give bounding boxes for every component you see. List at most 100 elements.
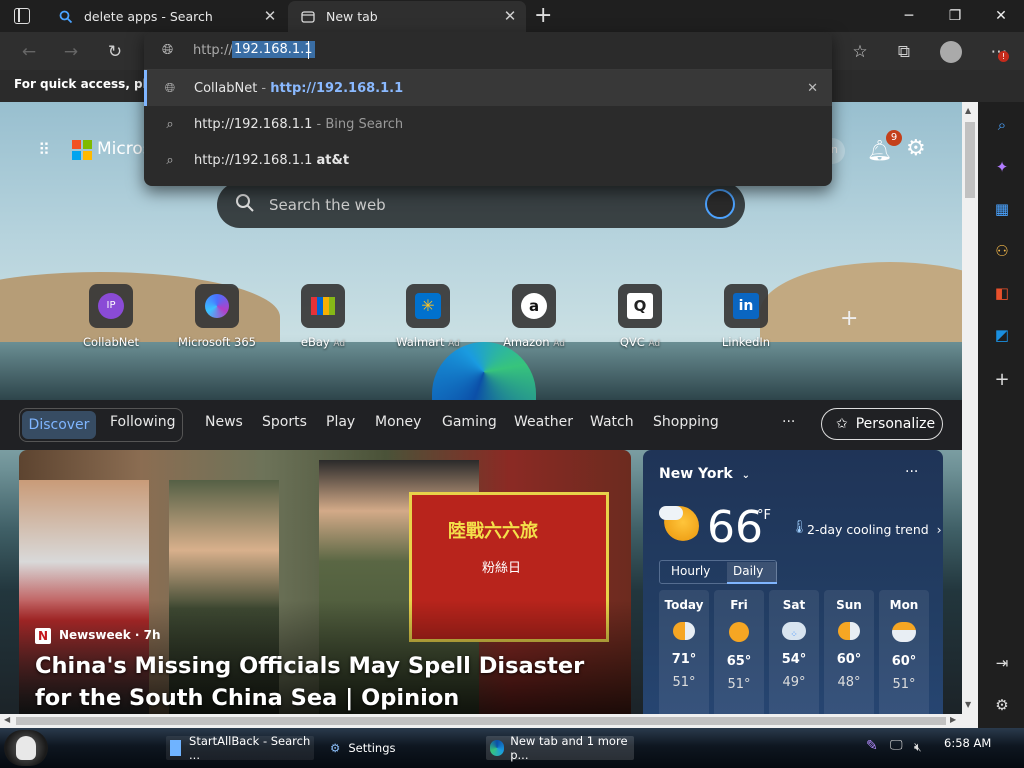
taskbar-item-edge[interactable]: New tab and 1 more p...: [486, 734, 634, 762]
globe-icon: 🌐︎: [162, 42, 174, 58]
quicklink-ebay[interactable]: eBay Ad: [273, 284, 373, 349]
scroll-right-arrow[interactable]: ▶: [950, 715, 956, 724]
weather-card[interactable]: New York ⌄ ··· 66 °F 🌡︎ 2-day cooling tr…: [643, 450, 943, 714]
linkedin-icon: in: [733, 293, 759, 319]
quicklink-collabnet[interactable]: IP CollabNet: [61, 284, 161, 349]
taskbar-item-settings[interactable]: ⚙ Settings: [326, 736, 474, 760]
personalize-button[interactable]: ✩ Personalize: [821, 408, 943, 440]
tab-discover[interactable]: Discover: [22, 411, 96, 439]
feather-icon[interactable]: ✎: [866, 738, 878, 754]
tab-hourly[interactable]: Hourly: [671, 564, 710, 578]
search-placeholder: Search the web: [269, 196, 386, 214]
tab-new-tab[interactable]: New tab ✕: [288, 1, 526, 32]
hide-sidebar-icon[interactable]: ⇥: [991, 652, 1013, 674]
people-icon[interactable]: ⚇: [991, 240, 1013, 262]
nav-play[interactable]: Play: [326, 414, 355, 430]
tab-actions-button[interactable]: [14, 8, 30, 24]
taskbar: StartAllBack - Search ... ⚙ Settings New …: [0, 728, 1024, 768]
scroll-thumb[interactable]: [965, 122, 975, 198]
scroll-up-arrow[interactable]: ▲: [965, 106, 971, 115]
address-selected-text[interactable]: 192.168.1.1: [232, 41, 315, 58]
globe-icon: 🌐︎: [164, 80, 176, 96]
clock[interactable]: 6:58 AM: [944, 736, 991, 750]
suggestion-bing-search[interactable]: ⌕ http://192.168.1.1 - Bing Search: [144, 106, 832, 142]
sidebar-settings-icon[interactable]: ⚙: [991, 694, 1013, 716]
close-tab-icon[interactable]: ✕: [262, 8, 278, 24]
remove-suggestion-icon[interactable]: ✕: [807, 81, 818, 96]
scroll-left-arrow[interactable]: ◀: [4, 715, 10, 724]
nav-news[interactable]: News: [205, 414, 243, 430]
close-tab-icon[interactable]: ✕: [502, 8, 518, 24]
tab-following[interactable]: Following: [110, 414, 176, 430]
ebay-icon: [311, 297, 335, 315]
web-search-box[interactable]: Search the web: [217, 182, 745, 228]
nav-watch[interactable]: Watch: [590, 414, 634, 430]
forecast-day[interactable]: Mon 60° 51°: [879, 590, 929, 714]
collections-icon[interactable]: ⧉: [889, 37, 919, 67]
quicklink-amazon[interactable]: a Amazon Ad: [484, 284, 584, 349]
current-temp: 66: [707, 502, 763, 553]
temp-unit: °F: [757, 508, 771, 523]
address-bar[interactable]: 🌐︎ http:// 192.168.1.1: [144, 32, 832, 70]
forecast-day[interactable]: Sun 60° 48°: [824, 590, 874, 714]
tab-daily[interactable]: Daily: [727, 562, 777, 584]
weather-more-button[interactable]: ···: [905, 464, 918, 480]
address-suggestions-dropdown: 🌐︎ http:// 192.168.1.1 🌐︎ CollabNet - ht…: [144, 32, 832, 186]
sign-text: 陸戰六六旅: [448, 521, 538, 542]
settings-gear-icon[interactable]: ⚙: [906, 136, 926, 161]
amazon-icon: a: [521, 293, 547, 319]
scroll-down-arrow[interactable]: ▼: [965, 700, 971, 709]
tools-icon[interactable]: ▦: [991, 198, 1013, 220]
refresh-button[interactable]: ↻: [100, 37, 130, 67]
add-quicklink-button[interactable]: +: [840, 306, 858, 331]
quicklink-walmart[interactable]: ✳ Walmart Ad: [378, 284, 478, 349]
restore-button[interactable]: ❐: [932, 0, 978, 32]
close-window-button[interactable]: ✕: [978, 0, 1024, 32]
nav-sports[interactable]: Sports: [262, 414, 307, 430]
vertical-scrollbar[interactable]: ▲ ▼: [962, 102, 978, 714]
nav-weather[interactable]: Weather: [514, 414, 573, 430]
apps-launcher-icon[interactable]: ⠿: [34, 140, 54, 160]
add-icon[interactable]: +: [991, 368, 1013, 390]
partly-cloudy-icon: [673, 622, 695, 640]
suggestion-collabnet[interactable]: 🌐︎ CollabNet - http://192.168.1.1 ✕: [144, 70, 832, 106]
nav-more-button[interactable]: ···: [782, 414, 795, 430]
favorites-icon[interactable]: ☆: [845, 37, 875, 67]
search-icon[interactable]: ⌕: [991, 114, 1013, 136]
outlook-icon[interactable]: ◩: [991, 324, 1013, 346]
nav-shopping[interactable]: Shopping: [653, 414, 719, 430]
taskbar-item-startallback[interactable]: StartAllBack - Search ...: [166, 734, 314, 762]
scroll-thumb[interactable]: [16, 717, 946, 725]
tab-search[interactable]: delete apps - Search ✕: [46, 1, 286, 32]
back-button[interactable]: ←: [14, 37, 44, 67]
suggestion-att[interactable]: ⌕ http://192.168.1.1 at&t: [144, 142, 832, 178]
nav-money[interactable]: Money: [375, 414, 421, 430]
network-icon[interactable]: 🖵︎: [890, 738, 903, 753]
top-story-card[interactable]: 陸戰六六旅 粉絲日 N Newsweek · 7h China's Missin…: [19, 450, 631, 714]
profile-avatar[interactable]: [936, 37, 966, 67]
forward-button[interactable]: →: [56, 37, 86, 67]
search-icon: ⌕: [166, 152, 174, 168]
article-headline[interactable]: China's Missing Officials May Spell Disa…: [35, 650, 615, 714]
forecast-day[interactable]: Fri 65° 51°: [714, 590, 764, 714]
new-tab-button[interactable]: +: [534, 3, 554, 28]
forecast-day[interactable]: Sat ⁘ 54° 49°: [769, 590, 819, 714]
volume-muted-icon[interactable]: 🔇︎: [914, 740, 922, 755]
microsoft-logo-icon: [72, 140, 92, 160]
title-bar: delete apps - Search ✕ New tab ✕ + ─ ❐ ✕: [0, 0, 1024, 32]
notification-count: 9: [886, 130, 902, 146]
forecast-day[interactable]: Today 71° 51°: [659, 590, 709, 714]
quicklink-linkedin[interactable]: in LinkedIn: [696, 284, 796, 349]
copilot-icon[interactable]: ✦: [991, 156, 1013, 178]
quicklink-microsoft-365[interactable]: Microsoft 365: [167, 284, 267, 349]
weather-location[interactable]: New York ⌄: [659, 466, 750, 482]
horizontal-scrollbar[interactable]: ◀ ▶: [0, 714, 978, 728]
minimize-button[interactable]: ─: [886, 0, 932, 32]
office-icon[interactable]: ◧: [991, 282, 1013, 304]
bing-chat-icon[interactable]: [705, 189, 735, 219]
quicklink-qvc[interactable]: Q QVC Ad: [590, 284, 690, 349]
trend-link[interactable]: 2-day cooling trend ›: [807, 522, 942, 537]
text-cursor: [308, 41, 309, 59]
nav-gaming[interactable]: Gaming: [442, 414, 497, 430]
start-button[interactable]: [4, 730, 48, 766]
